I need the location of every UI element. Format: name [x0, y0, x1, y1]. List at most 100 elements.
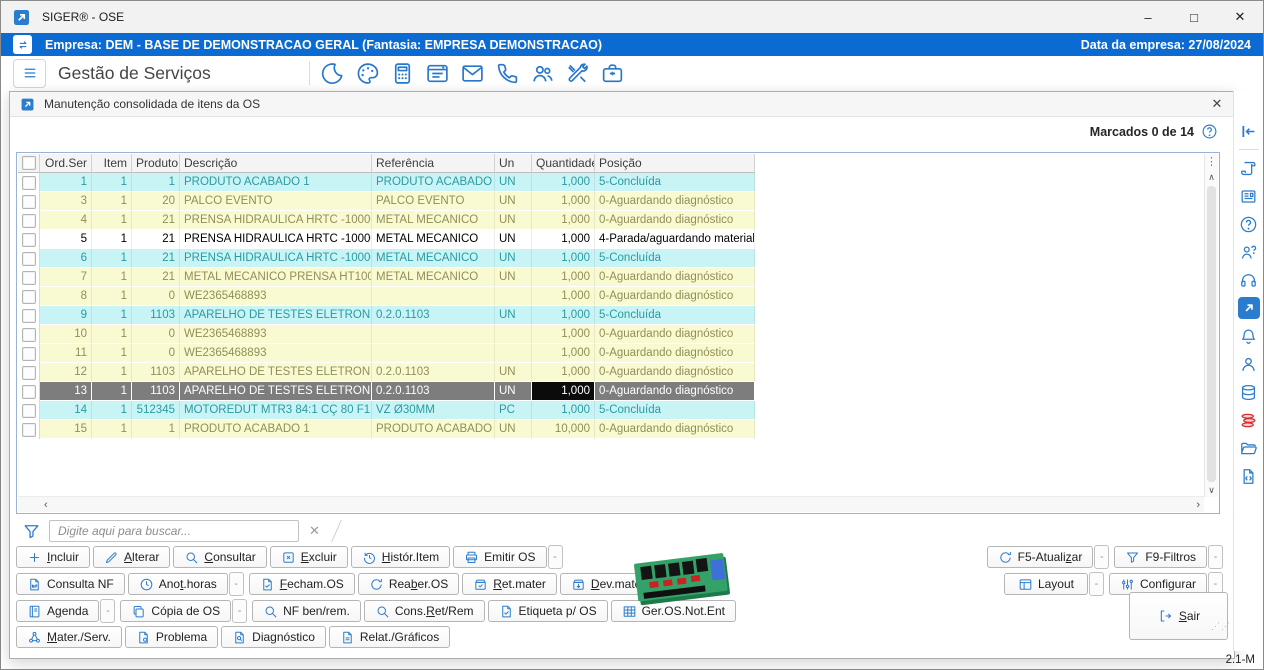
vertical-scroll-thumb[interactable]: [1207, 186, 1216, 482]
column-header-item[interactable]: Item: [92, 154, 132, 173]
dialog-close-icon[interactable]: ✕: [1200, 92, 1234, 116]
folder-icon[interactable]: [1238, 437, 1260, 459]
table-row[interactable]: 911103APARELHO DE TESTES ELETRONICOS0.2.…: [18, 306, 755, 325]
column-header-ord[interactable]: Ord.Ser: [40, 154, 92, 173]
cell-item[interactable]: 1: [92, 420, 132, 439]
row-checkbox[interactable]: [18, 192, 40, 211]
cons-ret-rem-button[interactable]: Cons.Ret/Rem: [364, 600, 485, 622]
cell-item[interactable]: 1: [92, 249, 132, 268]
cell-un[interactable]: UN: [495, 192, 532, 211]
news-icon[interactable]: [1238, 185, 1260, 207]
ret-mater-button[interactable]: Ret.mater: [462, 573, 557, 595]
cell-qty[interactable]: 1,000: [532, 382, 595, 401]
sair-button[interactable]: Sair: [1129, 592, 1228, 640]
cell-un[interactable]: PC: [495, 401, 532, 420]
emitir-os-button[interactable]: Emitir OS: [453, 546, 546, 568]
database-icon[interactable]: [1238, 381, 1260, 403]
dropdown-button[interactable]: -: [548, 545, 563, 569]
cell-un[interactable]: [495, 325, 532, 344]
cell-pos[interactable]: 5-Concluída: [595, 401, 755, 420]
table-row[interactable]: 3120PALCO EVENTOPALCO EVENTOUN1,0000-Agu…: [18, 192, 755, 211]
table-row[interactable]: 5121PRENSA HIDRAULICA HRTC -10000METAL M…: [18, 230, 755, 249]
cell-ref[interactable]: VZ Ø30MM: [372, 401, 495, 420]
cell-desc[interactable]: APARELHO DE TESTES ELETRONICOS: [180, 382, 372, 401]
row-checkbox[interactable]: [18, 306, 40, 325]
file-code-icon[interactable]: [1238, 465, 1260, 487]
table-row[interactable]: 111PRODUTO ACABADO 1PRODUTO ACABADO 1UN1…: [18, 173, 755, 192]
cell-item[interactable]: 1: [92, 401, 132, 420]
script-icon[interactable]: [1238, 157, 1260, 179]
minimize-button[interactable]: –: [1125, 1, 1171, 33]
vertical-scrollbar[interactable]: ⋮ ∧ ∨: [1204, 154, 1218, 497]
cell-un[interactable]: UN: [495, 420, 532, 439]
dropdown-button[interactable]: -: [229, 572, 244, 596]
cell-ord[interactable]: 13: [40, 382, 92, 401]
cell-pos[interactable]: 0-Aguardando diagnóstico: [595, 268, 755, 287]
cell-un[interactable]: UN: [495, 382, 532, 401]
cell-ord[interactable]: 3: [40, 192, 92, 211]
cell-ord[interactable]: 10: [40, 325, 92, 344]
agenda-button[interactable]: Agenda: [16, 600, 99, 622]
cell-ord[interactable]: 1: [40, 173, 92, 192]
consulta-nf-button[interactable]: Consulta NF: [16, 573, 125, 595]
cell-pos[interactable]: 5-Concluída: [595, 249, 755, 268]
cell-desc[interactable]: PRODUTO ACABADO 1: [180, 420, 372, 439]
dropdown-button[interactable]: -: [1094, 545, 1109, 569]
row-checkbox[interactable]: [18, 268, 40, 287]
column-header-pos[interactable]: Posição: [595, 154, 755, 173]
table-row[interactable]: 1311103APARELHO DE TESTES ELETRONICOS0.2…: [18, 382, 755, 401]
dropdown-button[interactable]: -: [1089, 572, 1104, 596]
user-question-icon[interactable]: [1238, 241, 1260, 263]
cell-item[interactable]: 1: [92, 382, 132, 401]
cell-qty[interactable]: 1,000: [532, 287, 595, 306]
cell-un[interactable]: UN: [495, 268, 532, 287]
cell-ref[interactable]: [372, 344, 495, 363]
cell-qty[interactable]: 1,000: [532, 173, 595, 192]
cell-desc[interactable]: PALCO EVENTO: [180, 192, 372, 211]
cell-ref[interactable]: METAL MECANICO: [372, 230, 495, 249]
table-row[interactable]: 1010WE23654688931,0000-Aguardando diagnó…: [18, 325, 755, 344]
cell-qty[interactable]: 1,000: [532, 363, 595, 382]
cell-pos[interactable]: 4-Parada/aguardando material: [595, 230, 755, 249]
cell-ref[interactable]: PRODUTO ACABADO 1: [372, 420, 495, 439]
cell-ref[interactable]: [372, 325, 495, 344]
table-row[interactable]: 1511PRODUTO ACABADO 1PRODUTO ACABADO 1UN…: [18, 420, 755, 439]
incluir-button[interactable]: Incluir: [16, 546, 90, 568]
cell-qty[interactable]: 1,000: [532, 401, 595, 420]
cell-item[interactable]: 1: [92, 268, 132, 287]
table-row[interactable]: 810WE23654688931,0000-Aguardando diagnós…: [18, 287, 755, 306]
row-checkbox[interactable]: [18, 325, 40, 344]
f9-filtros-button[interactable]: F9-Filtros: [1114, 546, 1207, 568]
cell-qty[interactable]: 1,000: [532, 306, 595, 325]
maximize-button[interactable]: □: [1171, 1, 1217, 33]
active-module-icon[interactable]: [1238, 297, 1260, 319]
table-row[interactable]: 1110WE23654688931,0000-Aguardando diagnó…: [18, 344, 755, 363]
support-icon[interactable]: [1238, 269, 1260, 291]
cell-ord[interactable]: 11: [40, 344, 92, 363]
table-row[interactable]: 1211103APARELHO DE TESTES ELETRONICOS0.2…: [18, 363, 755, 382]
cell-qty[interactable]: 1,000: [532, 325, 595, 344]
cell-item[interactable]: 1: [92, 211, 132, 230]
cell-prod[interactable]: 20: [132, 192, 180, 211]
hist-r-item-button[interactable]: Histór.Item: [351, 546, 450, 568]
anot-horas-button[interactable]: Anot.horas: [128, 573, 228, 595]
row-checkbox[interactable]: [18, 420, 40, 439]
cell-pos[interactable]: 0-Aguardando diagnóstico: [595, 287, 755, 306]
scroll-right-icon[interactable]: ›: [1196, 499, 1200, 511]
cell-un[interactable]: UN: [495, 230, 532, 249]
cell-ref[interactable]: PALCO EVENTO: [372, 192, 495, 211]
row-checkbox[interactable]: [18, 401, 40, 420]
cell-item[interactable]: 1: [92, 344, 132, 363]
cell-un[interactable]: [495, 344, 532, 363]
cell-un[interactable]: UN: [495, 363, 532, 382]
cell-qty[interactable]: 1,000: [532, 249, 595, 268]
consultar-button[interactable]: Consultar: [173, 546, 266, 568]
cell-pos[interactable]: 0-Aguardando diagnóstico: [595, 325, 755, 344]
row-checkbox[interactable]: [18, 344, 40, 363]
close-button[interactable]: ✕: [1217, 1, 1263, 33]
alterar-button[interactable]: Alterar: [93, 546, 170, 568]
column-menu-icon[interactable]: ⋮: [1206, 154, 1217, 171]
cell-prod[interactable]: 0: [132, 325, 180, 344]
cell-desc[interactable]: APARELHO DE TESTES ELETRONICOS: [180, 363, 372, 382]
search-input[interactable]: [49, 520, 299, 542]
